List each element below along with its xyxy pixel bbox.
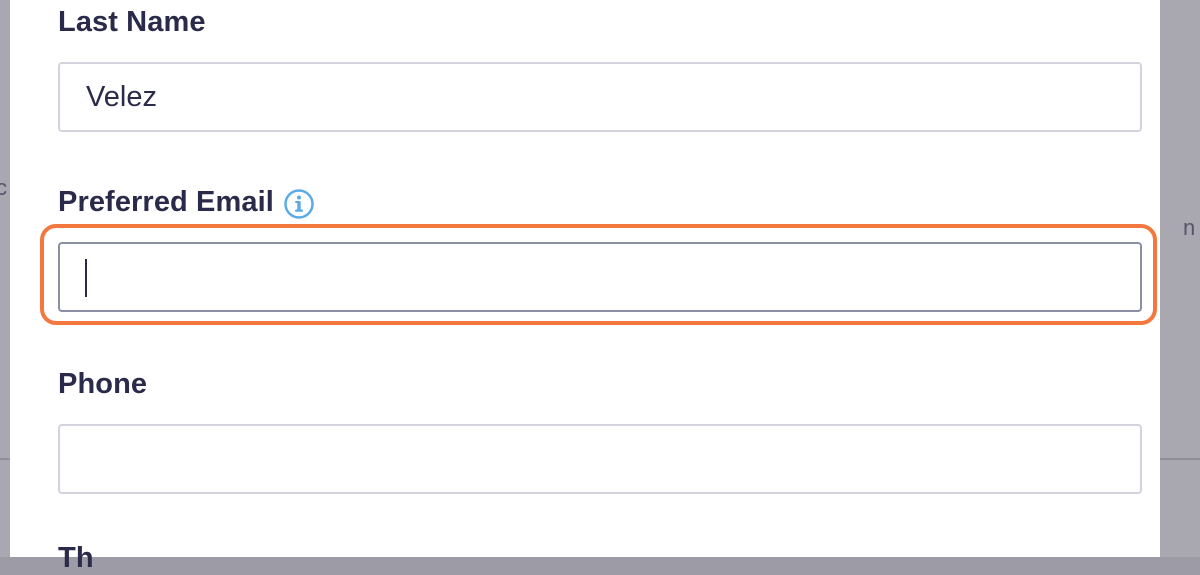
text-caret [85,259,87,297]
preferred-email-label-row: Preferred Email [58,186,315,219]
background-divider [0,458,10,460]
background-divider [1160,458,1200,460]
phone-label: Phone [58,368,148,400]
background-panel-left [0,0,10,557]
phone-input[interactable] [58,424,1142,494]
preferred-email-label: Preferred Email [58,186,274,218]
background-text-fragment: n [1183,215,1196,240]
next-field-label: Th [58,542,94,574]
last-name-label: Last Name [58,6,206,38]
preferred-email-input[interactable] [58,242,1142,312]
last-name-input[interactable] [58,62,1142,132]
background-text-fragment: c [0,175,7,200]
info-icon[interactable] [283,188,315,220]
background-panel-right [1160,0,1200,557]
contact-form-modal: Last Name Preferred Email Phone Th [10,0,1160,574]
